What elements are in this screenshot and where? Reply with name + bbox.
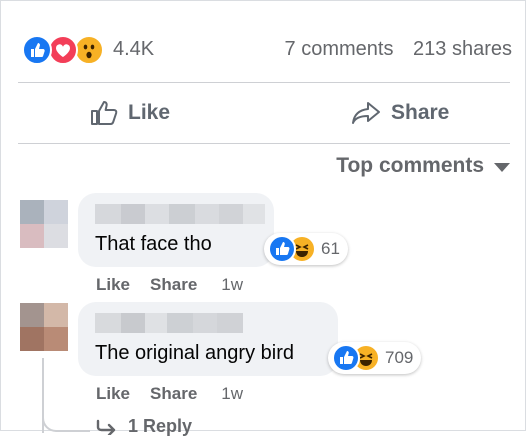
commenter-name-blurred[interactable]: [95, 313, 243, 333]
like-icon: [332, 344, 360, 372]
like-button[interactable]: Like: [90, 96, 170, 130]
comment-like-link[interactable]: Like: [96, 384, 130, 404]
comment-reaction-count: 709: [385, 348, 414, 367]
comment-sort-dropdown[interactable]: Top comments: [336, 154, 510, 178]
comment-reactions-badge[interactable]: 709: [328, 342, 422, 374]
sort-label: Top comments: [336, 154, 484, 177]
comment-bubble: The original angry bird: [78, 302, 338, 376]
thread-connector: [42, 410, 90, 432]
wow-icon: [74, 35, 104, 65]
comment-actions: Like Share 1w: [96, 275, 243, 295]
like-button-label: Like: [128, 101, 171, 124]
view-replies-link[interactable]: 1 Reply: [96, 416, 192, 437]
comment-timestamp[interactable]: 1w: [221, 275, 243, 295]
comment-reactions-badge[interactable]: 61: [264, 233, 348, 265]
comment-actions: Like Share 1w: [96, 384, 243, 404]
post-stats: 7 comments 213 shares: [285, 38, 512, 61]
caret-down-icon: [494, 162, 510, 172]
thumbs-up-icon: [91, 101, 118, 125]
divider: [18, 82, 510, 83]
comment-text: The original angry bird: [95, 342, 294, 364]
comment-share-link[interactable]: Share: [150, 275, 197, 295]
reaction-summary: 4.4K 7 comments 213 shares: [22, 35, 512, 65]
like-icon: [268, 235, 296, 263]
commenter-name-blurred[interactable]: [95, 204, 265, 224]
share-arrow-icon: [352, 102, 380, 124]
comment-text: That face tho: [95, 233, 212, 255]
reply-arrow-icon: [96, 419, 116, 435]
like-icon: [22, 35, 52, 65]
comment-timestamp[interactable]: 1w: [221, 384, 243, 404]
share-button[interactable]: Share: [351, 96, 449, 130]
avatar[interactable]: [20, 200, 68, 248]
reaction-count[interactable]: 4.4K: [113, 38, 154, 61]
shares-count-link[interactable]: 213 shares: [413, 38, 512, 60]
divider: [18, 143, 510, 144]
comment-reaction-count: 61: [321, 239, 340, 258]
replies-label: 1 Reply: [128, 416, 193, 436]
love-icon: [48, 35, 78, 65]
avatar[interactable]: [20, 303, 68, 351]
comments-count-link[interactable]: 7 comments: [285, 38, 394, 60]
comment-like-link[interactable]: Like: [96, 275, 130, 295]
comment-share-link[interactable]: Share: [150, 384, 197, 404]
share-button-label: Share: [391, 101, 450, 124]
comment-bubble: That face tho: [78, 193, 274, 267]
